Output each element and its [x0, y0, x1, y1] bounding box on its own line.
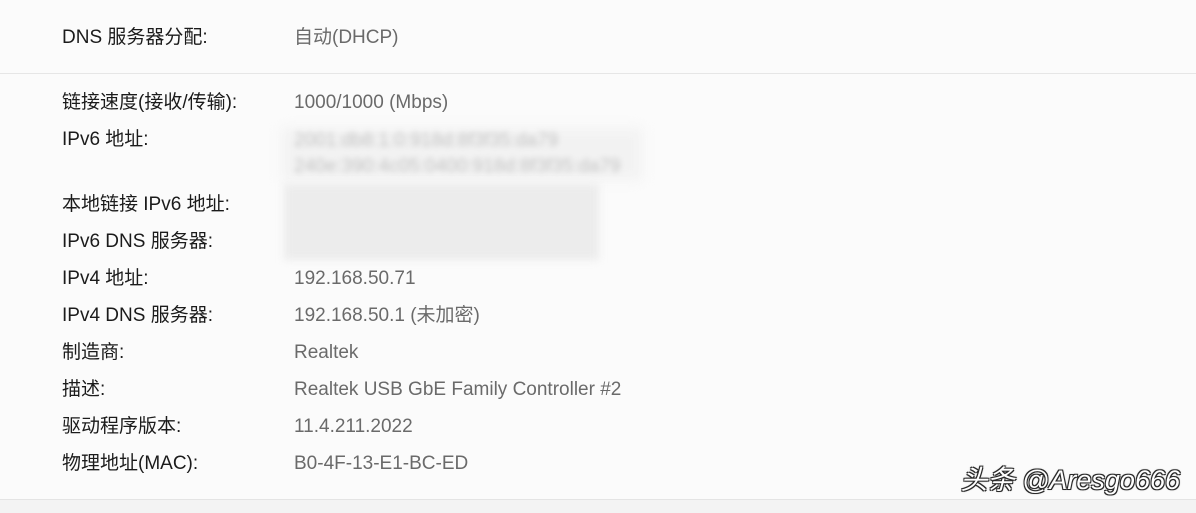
link-local-ipv6-label: 本地链接 IPv6 地址:	[62, 194, 230, 215]
dns-assignment-value[interactable]: 自动(DHCP)	[294, 23, 399, 53]
link-speed-value[interactable]: 1000/1000 (Mbps)	[294, 88, 448, 118]
manufacturer-label: 制造商:	[62, 342, 125, 363]
manufacturer-row: 制造商: Realtek	[0, 338, 1196, 368]
ipv6-address-value-line1: 2001:db8:1:0:918d:8f3f35:da79	[294, 130, 559, 151]
manufacturer-value[interactable]: Realtek	[294, 338, 358, 368]
description-row: 描述: Realtek USB GbE Family Controller #2	[0, 375, 1196, 405]
ipv6-address-value-line2: 240e:390:4c05:0400:918d:8f3f35:da79	[294, 156, 621, 177]
driver-version-row: 驱动程序版本: 11.4.211.2022	[0, 412, 1196, 442]
ipv4-address-value[interactable]: 192.168.50.71	[294, 264, 416, 294]
dns-assignment-card: DNS 服务器分配: 自动(DHCP)	[0, 0, 1196, 74]
mac-address-value[interactable]: B0-4F-13-E1-BC-ED	[294, 449, 468, 479]
ipv6-address-label: IPv6 地址:	[62, 129, 149, 150]
dns-assignment-row: DNS 服务器分配: 自动(DHCP)	[0, 23, 1196, 53]
mac-address-label: 物理地址(MAC):	[62, 453, 199, 474]
ipv4-address-label: IPv4 地址:	[62, 268, 149, 289]
description-label: 描述:	[62, 379, 106, 400]
link-speed-row: 链接速度(接收/传输): 1000/1000 (Mbps)	[0, 88, 1196, 118]
ipv6-dns-label: IPv6 DNS 服务器:	[62, 231, 213, 252]
watermark-text: 头条 @Aresgo666	[960, 465, 1180, 495]
ipv4-dns-value[interactable]: 192.168.50.1 (未加密)	[294, 301, 480, 331]
link-speed-label: 链接速度(接收/传输):	[62, 92, 238, 113]
ipv4-address-row: IPv4 地址: 192.168.50.71	[0, 264, 1196, 294]
ipv4-dns-label: IPv4 DNS 服务器:	[62, 305, 213, 326]
description-value[interactable]: Realtek USB GbE Family Controller #2	[294, 375, 621, 405]
ipv4-dns-row: IPv4 DNS 服务器: 192.168.50.1 (未加密)	[0, 301, 1196, 331]
driver-version-label: 驱动程序版本:	[62, 416, 182, 437]
ipv6-redaction-block	[284, 184, 599, 260]
driver-version-value[interactable]: 11.4.211.2022	[294, 412, 413, 442]
dns-assignment-label: DNS 服务器分配:	[62, 27, 208, 48]
